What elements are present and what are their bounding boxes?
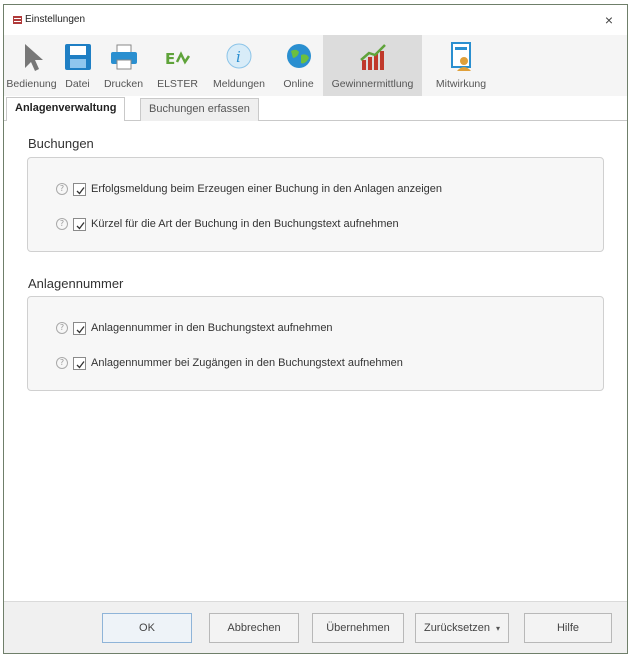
svg-text:i: i: [236, 48, 241, 66]
app-icon: [13, 16, 22, 24]
sub-tab-bar: Anlagenverwaltung Buchungen erfassen: [4, 96, 627, 121]
checkbox-anlagennummer-buchungstext[interactable]: [73, 321, 86, 335]
help-icon[interactable]: ?: [56, 183, 68, 195]
tool-label: Datei: [65, 78, 90, 90]
tool-label: Drucken: [103, 78, 144, 90]
tool-label: Mitwirkung: [435, 78, 487, 90]
checkmark-icon: [76, 360, 85, 368]
checkbox-erfolgsmeldung[interactable]: [73, 182, 86, 196]
reset-button-label: Zurücksetzen: [423, 622, 490, 634]
checkbox-kuerzel[interactable]: [73, 217, 86, 231]
help-icon[interactable]: ?: [56, 218, 68, 230]
tool-label: Meldungen: [213, 78, 265, 90]
cursor-icon: [24, 44, 43, 71]
tool-label: Online: [283, 78, 314, 90]
tool-meldungen[interactable]: i Meldungen: [204, 35, 274, 96]
checkmark-icon: [76, 325, 85, 333]
user-document-icon: [451, 42, 471, 71]
help-icon[interactable]: ?: [56, 357, 68, 369]
option-kuerzel: ? Kürzel für die Art der Buchung in den …: [56, 216, 399, 232]
checkbox-anlagennummer-zugaenge[interactable]: [73, 356, 86, 370]
tool-online[interactable]: Online: [274, 35, 323, 96]
help-button[interactable]: Hilfe: [524, 613, 612, 643]
tool-gewinnermittlung[interactable]: Gewinnermittlung: [323, 35, 422, 96]
dialog-footer: OK Abbrechen Übernehmen Zurücksetzen ▾ Hi…: [4, 601, 627, 653]
printer-icon: [110, 44, 137, 70]
info-icon: i: [226, 43, 252, 69]
close-button[interactable]: ×: [599, 10, 619, 30]
cancel-button[interactable]: Abbrechen: [209, 613, 299, 643]
tool-label: ELSTER: [157, 78, 198, 90]
option-label: Erfolgsmeldung beim Erzeugen einer Buchu…: [91, 183, 443, 195]
checkmark-icon: [76, 221, 85, 229]
checkmark-icon: [76, 186, 85, 194]
group-buchungen: ? Erfolgsmeldung beim Erzeugen einer Buc…: [27, 157, 604, 252]
tool-label: Bedienung: [6, 78, 57, 90]
tool-datei[interactable]: Datei: [59, 35, 96, 96]
help-icon[interactable]: ?: [56, 322, 68, 334]
tool-label: Gewinnermittlung: [331, 78, 414, 90]
ok-button[interactable]: OK: [102, 613, 192, 643]
tool-drucken[interactable]: Drucken: [96, 35, 151, 96]
option-label: Anlagennummer in den Buchungstext aufneh…: [91, 322, 333, 334]
apply-button[interactable]: Übernehmen: [312, 613, 404, 643]
section-title-buchungen: Buchungen: [28, 136, 94, 151]
chevron-down-icon: ▾: [496, 624, 501, 633]
reset-dropdown-button[interactable]: Zurücksetzen ▾: [415, 613, 509, 643]
settings-window: Einstellungen × Bedienung Datei Drucken: [3, 4, 628, 654]
svg-text:E: E: [165, 50, 175, 68]
elster-icon: E: [165, 50, 190, 68]
tool-elster[interactable]: E ELSTER: [151, 35, 204, 96]
tab-anlagenverwaltung[interactable]: Anlagenverwaltung: [6, 97, 126, 121]
group-anlagennummer: ? Anlagennummer in den Buchungstext aufn…: [27, 296, 604, 391]
window-title: Einstellungen: [25, 14, 86, 25]
tool-mitwirkung[interactable]: Mitwirkung: [422, 35, 500, 96]
option-label: Kürzel für die Art der Buchung in den Bu…: [91, 218, 399, 230]
tab-buchungen-erfassen[interactable]: Buchungen erfassen: [140, 98, 259, 121]
option-anlagennummer-zugaenge: ? Anlagennummer bei Zugängen in den Buch…: [56, 355, 403, 371]
option-erfolgsmeldung: ? Erfolgsmeldung beim Erzeugen einer Buc…: [56, 181, 442, 197]
tool-bedienung[interactable]: Bedienung: [4, 35, 59, 96]
section-title-anlagennummer: Anlagennummer: [28, 276, 124, 291]
option-anlagennummer-buchungstext: ? Anlagennummer in den Buchungstext aufn…: [56, 320, 333, 336]
settings-toolbar: Bedienung Datei Drucken E ELSTER i Meldu…: [4, 35, 627, 96]
option-label: Anlagennummer bei Zugängen in den Buchun…: [91, 357, 403, 369]
save-disk-icon: [64, 44, 91, 70]
chart-icon: [359, 44, 386, 70]
globe-icon: [286, 44, 311, 68]
title-bar: Einstellungen ×: [4, 5, 627, 35]
